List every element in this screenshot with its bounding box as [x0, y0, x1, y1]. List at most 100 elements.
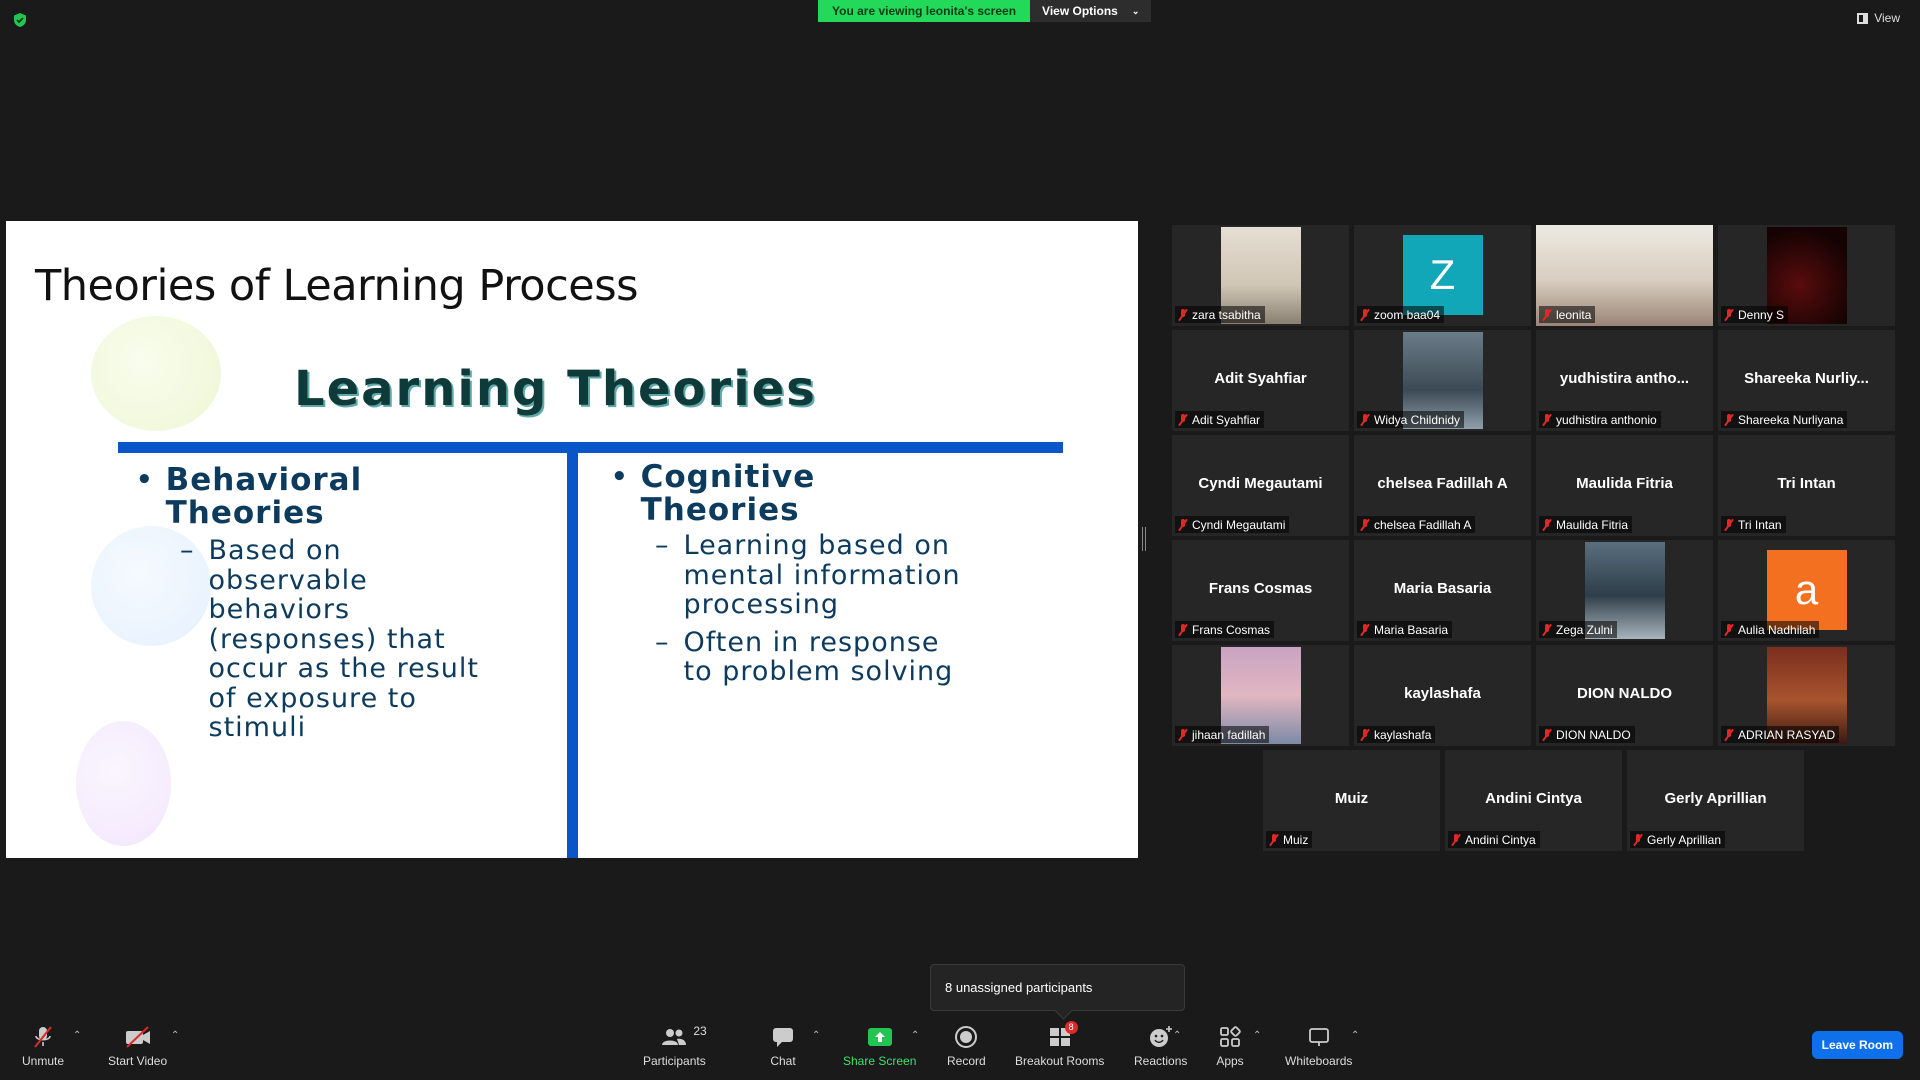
participant-name: zara tsabitha	[1192, 307, 1261, 322]
participant-tile[interactable]: kaylashafa kaylashafa	[1354, 645, 1531, 746]
participant-tile[interactable]: jihaan fadillah	[1172, 645, 1349, 746]
audio-options-caret[interactable]: ⌃	[73, 1030, 81, 1041]
heading-line: Theories	[640, 492, 800, 528]
muted-mic-icon	[1724, 413, 1734, 426]
participant-tile[interactable]: Shareeka Nurliy... Shareeka Nurliyana	[1718, 330, 1895, 431]
muted-mic-icon	[1178, 413, 1188, 426]
participant-tile[interactable]: Zega Zulni	[1536, 540, 1713, 641]
participant-tile[interactable]: Maulida Fitria Maulida Fitria	[1536, 435, 1713, 536]
participant-tile[interactable]: ADRIAN RASYAD	[1718, 645, 1895, 746]
apps-button[interactable]: Apps	[1216, 1024, 1244, 1068]
participant-name: zoom baa04	[1374, 307, 1441, 322]
participant-name: Frans Cosmas	[1192, 622, 1271, 637]
viewing-banner: You are viewing leonita's screen View Op…	[818, 0, 1152, 22]
sub-line: stimuli	[208, 712, 307, 743]
participant-display-name: Tri Intan	[1777, 475, 1836, 492]
participant-name-tag: ADRIAN RASYAD	[1721, 726, 1840, 743]
share-options-caret[interactable]: ⌃	[911, 1030, 919, 1041]
participant-tile[interactable]: chelsea Fadillah A chelsea Fadillah A	[1354, 435, 1531, 536]
start-video-button[interactable]: Start Video	[108, 1024, 167, 1068]
heading-line: Theories	[165, 495, 325, 531]
breakout-rooms-button[interactable]: 8 Breakout Rooms	[1015, 1021, 1105, 1068]
unassigned-participants-popup[interactable]: 8 unassigned participants	[930, 964, 1185, 1011]
breakout-rooms-label: Breakout Rooms	[1015, 1054, 1105, 1068]
participants-icon: 23	[660, 1024, 707, 1050]
muted-mic-icon	[29, 1024, 57, 1050]
participant-tile[interactable]: Frans Cosmas Frans Cosmas	[1172, 540, 1349, 641]
leave-room-button[interactable]: Leave Room	[1811, 1031, 1903, 1059]
muted-mic-icon	[1724, 623, 1734, 636]
participant-tile[interactable]: Gerly Aprillian Gerly Aprillian	[1627, 750, 1804, 851]
sub-line: Based on	[208, 535, 342, 566]
unmute-label: Unmute	[22, 1054, 65, 1068]
participant-name: Maria Basaria	[1374, 622, 1449, 637]
participant-name: Shareeka Nurliyana	[1738, 412, 1844, 427]
avatar: a	[1766, 550, 1847, 630]
behavioral-column: • Behavioral Theories – Based on observab…	[136, 464, 556, 743]
muted-mic-icon	[1360, 308, 1370, 321]
behavioral-sub-point: – Based on observable behaviors (respons…	[136, 536, 556, 743]
view-label: View	[1874, 11, 1900, 25]
meeting-toolbar: Unmute ⌃ Start Video ⌃ 23 Participants C…	[0, 1016, 1920, 1080]
view-options-button[interactable]: View Options ⌄	[1030, 0, 1152, 22]
unmute-button[interactable]: Unmute	[22, 1024, 64, 1068]
participant-name: ADRIAN RASYAD	[1738, 727, 1836, 742]
participant-display-name: Maulida Fitria	[1576, 475, 1673, 492]
participants-count: 23	[693, 1024, 707, 1038]
muted-mic-icon	[1178, 308, 1188, 321]
sub-line: (responses) that	[208, 623, 446, 655]
participant-tile[interactable]: zara tsabitha	[1172, 225, 1349, 326]
reactions-label: Reactions	[1134, 1054, 1188, 1068]
whiteboards-button[interactable]: Whiteboards	[1285, 1024, 1352, 1068]
breakout-badge: 8	[1064, 1021, 1078, 1034]
participant-tile[interactable]: Widya Childnidy	[1354, 330, 1531, 431]
muted-mic-icon	[1269, 833, 1279, 846]
participant-tile[interactable]: Andini Cintya Andini Cintya	[1445, 750, 1622, 851]
muted-mic-icon	[1178, 623, 1188, 636]
record-button[interactable]: Record	[947, 1024, 986, 1068]
participant-name-tag: zoom baa04	[1357, 306, 1445, 323]
breakout-rooms-icon: 8	[1046, 1021, 1078, 1050]
chat-button[interactable]: Chat	[769, 1024, 797, 1068]
bullet-icon: •	[136, 465, 154, 495]
resize-handle[interactable]	[1142, 527, 1146, 551]
shield-icon[interactable]	[12, 12, 28, 28]
participant-tile[interactable]: Adit Syahfiar Adit Syahfiar	[1172, 330, 1349, 431]
sub-line: mental information	[683, 559, 961, 591]
participant-tile[interactable]: Zzoom baa04	[1354, 225, 1531, 326]
participant-tile[interactable]: Maria Basaria Maria Basaria	[1354, 540, 1531, 641]
share-screen-button[interactable]: Share Screen	[843, 1024, 916, 1068]
participant-tile[interactable]: DION NALDO DION NALDO	[1536, 645, 1713, 746]
video-options-caret[interactable]: ⌃	[171, 1030, 179, 1041]
reactions-options-caret[interactable]: ⌃	[1173, 1030, 1181, 1041]
participant-name: Andini Cintya	[1465, 832, 1536, 847]
slide-title: Theories of Learning Process	[35, 261, 639, 311]
slide-horizontal-bar	[118, 442, 1063, 453]
participant-name-tag: Gerly Aprillian	[1630, 831, 1726, 848]
apps-options-caret[interactable]: ⌃	[1253, 1030, 1261, 1041]
chat-options-caret[interactable]: ⌃	[812, 1030, 820, 1041]
participant-tile[interactable]: a Aulia Nadhilah	[1718, 540, 1895, 641]
participant-tile[interactable]: Muiz Muiz	[1263, 750, 1440, 851]
participant-tile[interactable]: leonita	[1536, 225, 1713, 326]
view-layout-button[interactable]: View	[1857, 11, 1900, 25]
participant-tile[interactable]: Denny S	[1718, 225, 1895, 326]
participant-name: Widya Childnidy	[1374, 412, 1461, 427]
participant-name-tag: Shareeka Nurliyana	[1721, 411, 1848, 428]
participants-button[interactable]: 23 Participants	[643, 1024, 707, 1068]
muted-mic-icon	[1451, 833, 1461, 846]
popup-text: 8 unassigned participants	[945, 980, 1093, 995]
participant-tile[interactable]: Tri Intan Tri Intan	[1718, 435, 1895, 536]
start-video-label: Start Video	[108, 1054, 168, 1068]
participant-display-name: Gerly Aprillian	[1664, 790, 1767, 807]
chat-label: Chat	[770, 1054, 796, 1068]
whiteboards-options-caret[interactable]: ⌃	[1351, 1030, 1359, 1041]
participant-name: jihaan fadillah	[1192, 727, 1266, 742]
cognitive-heading: • Cognitive Theories	[611, 461, 1091, 527]
sub-line: behaviors	[208, 594, 351, 625]
cognitive-sub-point: – Learning based on mental information p…	[611, 531, 1091, 620]
record-icon	[952, 1024, 980, 1050]
video-off-icon	[124, 1024, 152, 1050]
participant-tile[interactable]: yudhistira antho... yudhistira anthonio	[1536, 330, 1713, 431]
participant-tile[interactable]: Cyndi Megautami Cyndi Megautami	[1172, 435, 1349, 536]
